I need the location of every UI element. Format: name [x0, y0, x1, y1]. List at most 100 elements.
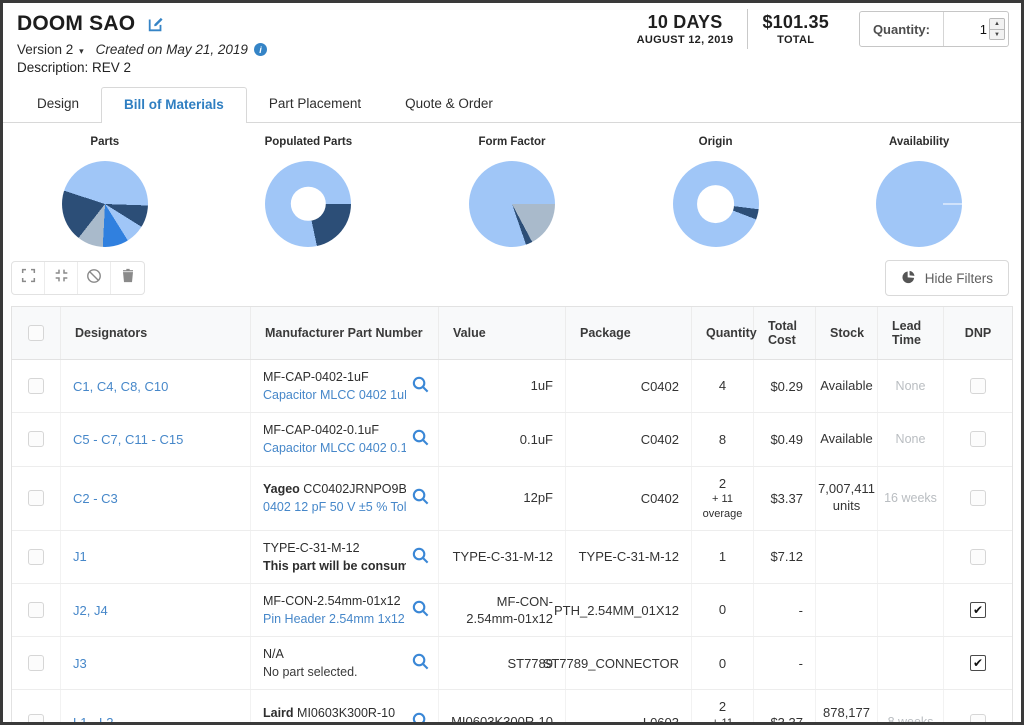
chevron-down-icon: ▾ [79, 46, 84, 56]
bom-table: Designators Manufacturer Part Number Val… [11, 306, 1013, 725]
origin-pie-chart[interactable] [673, 161, 759, 247]
parts-pie-chart[interactable] [62, 161, 148, 247]
package-cell: C0402 [566, 360, 692, 412]
tab-bill-of-materials[interactable]: Bill of Materials [101, 87, 247, 123]
quantity-cell: 4 [692, 360, 754, 412]
search-icon[interactable] [411, 599, 430, 621]
chart-parts: Parts [3, 136, 207, 247]
total-cost-cell: $3.37 [754, 467, 816, 530]
part-description-link[interactable]: Capacitor MLCC 0402 0.1uF 10% 1 [263, 439, 406, 457]
designators-link[interactable]: C5 - C7, C11 - C15 [73, 432, 183, 447]
chart-title: Parts [3, 136, 207, 148]
collapse-all-button[interactable] [45, 262, 78, 294]
search-icon[interactable] [411, 428, 430, 450]
chart-availability: Availability [817, 136, 1021, 247]
search-icon[interactable] [411, 375, 430, 397]
select-all-checkbox[interactable] [28, 325, 44, 341]
part-description-link[interactable]: No part selected. [263, 663, 406, 681]
quantity-cell: 8 [692, 413, 754, 465]
dnp-checkbox[interactable] [970, 490, 986, 506]
quantity-input[interactable]: 1 ▲ ▼ [944, 12, 1008, 46]
row-checkbox[interactable] [28, 602, 44, 618]
availability-pie-chart[interactable] [876, 161, 962, 247]
form-factor-pie-chart[interactable] [469, 161, 555, 247]
search-icon[interactable] [411, 711, 430, 725]
dnp-checkbox[interactable] [970, 549, 986, 565]
dnp-checkbox[interactable] [970, 602, 986, 618]
summary-charts: Parts Populated Parts Form Factor Origin… [3, 136, 1021, 247]
value-cell: 12pF [439, 467, 566, 530]
row-checkbox[interactable] [28, 490, 44, 506]
dnp-checkbox[interactable] [970, 431, 986, 447]
col-mpn: Manufacturer Part Number [251, 307, 439, 359]
expand-all-button[interactable] [12, 262, 45, 294]
designators-link[interactable]: C2 - C3 [73, 491, 118, 506]
total-cost-cell: $0.49 [754, 413, 816, 465]
chart-populated-parts: Populated Parts [207, 136, 411, 247]
quantity-cell: 1 [692, 531, 754, 583]
row-checkbox[interactable] [28, 431, 44, 447]
stock-cell: Available [816, 413, 878, 465]
designators-link[interactable]: J2, J4 [73, 603, 108, 618]
search-icon[interactable] [411, 487, 430, 509]
tab-design[interactable]: Design [15, 87, 101, 122]
col-stock: Stock [816, 307, 878, 359]
package-cell: C0402 [566, 413, 692, 465]
mpn-text: Laird MI0603K300R-10 [263, 704, 406, 722]
chart-form-factor: Form Factor [410, 136, 614, 247]
dnp-checkbox[interactable] [970, 714, 986, 725]
chart-title: Origin [614, 136, 818, 148]
dnp-checkbox[interactable] [970, 378, 986, 394]
quantity-value: 1 [980, 22, 987, 37]
part-description-link[interactable]: 0402 12 pF 50 V ±5 % Tolerance N [263, 498, 406, 516]
edit-title-icon[interactable] [147, 15, 165, 33]
version-label: Version 2 [17, 42, 73, 57]
col-lead-time: Lead Time [878, 307, 944, 359]
tab-part-placement[interactable]: Part Placement [247, 87, 383, 122]
table-header-row: Designators Manufacturer Part Number Val… [12, 307, 1012, 360]
row-checkbox[interactable] [28, 549, 44, 565]
search-icon[interactable] [411, 546, 430, 568]
row-checkbox[interactable] [28, 714, 44, 725]
dnp-checkbox[interactable] [970, 655, 986, 671]
quantity-stepper: ▲ ▼ [989, 18, 1005, 40]
chart-origin: Origin [614, 136, 818, 247]
value-cell: MF-CON-2.54mm-01x12 [439, 584, 566, 636]
total-cost-cell: $0.29 [754, 360, 816, 412]
expand-icon [21, 268, 36, 288]
designators-link[interactable]: L1 - L2 [73, 715, 113, 725]
row-checkbox[interactable] [28, 655, 44, 671]
part-description-link[interactable]: Capacitor MLCC 0402 1uF 10% 16 [263, 386, 406, 404]
designators-link[interactable]: J3 [73, 656, 87, 671]
stepper-up-button[interactable]: ▲ [990, 19, 1004, 29]
app-window: DOOM SAO Version 2 ▾ Created on May 21, … [0, 0, 1024, 725]
chart-title: Availability [817, 136, 1021, 148]
tab-quote-order[interactable]: Quote & Order [383, 87, 515, 122]
delete-selected-button[interactable] [111, 262, 144, 294]
lead-time-cell: None [878, 413, 944, 465]
designators-link[interactable]: J1 [73, 549, 87, 564]
table-row: L1 - L2 Laird MI0603K300R-10 Chip Ferrit… [12, 690, 1012, 725]
hide-filters-button[interactable]: Hide Filters [885, 260, 1009, 296]
total-value: $101.35 [762, 12, 828, 33]
version-selector[interactable]: Version 2 ▾ [17, 42, 84, 57]
value-cell: 0.1uF [439, 413, 566, 465]
chart-title: Form Factor [410, 136, 614, 148]
package-cell: TYPE-C-31-M-12 [566, 531, 692, 583]
lead-days-date: AUGUST 12, 2019 [637, 34, 734, 46]
stepper-down-button[interactable]: ▼ [990, 29, 1004, 39]
quantity-widget: Quantity: 1 ▲ ▼ [859, 11, 1009, 47]
quantity-cell: 2+ 11overage [692, 690, 754, 725]
designators-link[interactable]: C1, C4, C8, C10 [73, 379, 168, 394]
created-date: Created on May 21, 2019 [96, 42, 248, 57]
info-icon[interactable]: i [254, 43, 267, 56]
search-icon[interactable] [411, 652, 430, 674]
part-description-link[interactable]: This part will be consumed from y [263, 557, 406, 575]
part-description-link[interactable]: Pin Header 2.54mm 1x12 Unshrou [263, 610, 406, 628]
col-package: Package [566, 307, 692, 359]
populated-parts-pie-chart[interactable] [265, 161, 351, 247]
dnp-selected-button[interactable] [78, 262, 111, 294]
package-cell: ST7789_CONNECTOR [566, 637, 692, 689]
row-checkbox[interactable] [28, 378, 44, 394]
quantity-cell: 0 [692, 637, 754, 689]
